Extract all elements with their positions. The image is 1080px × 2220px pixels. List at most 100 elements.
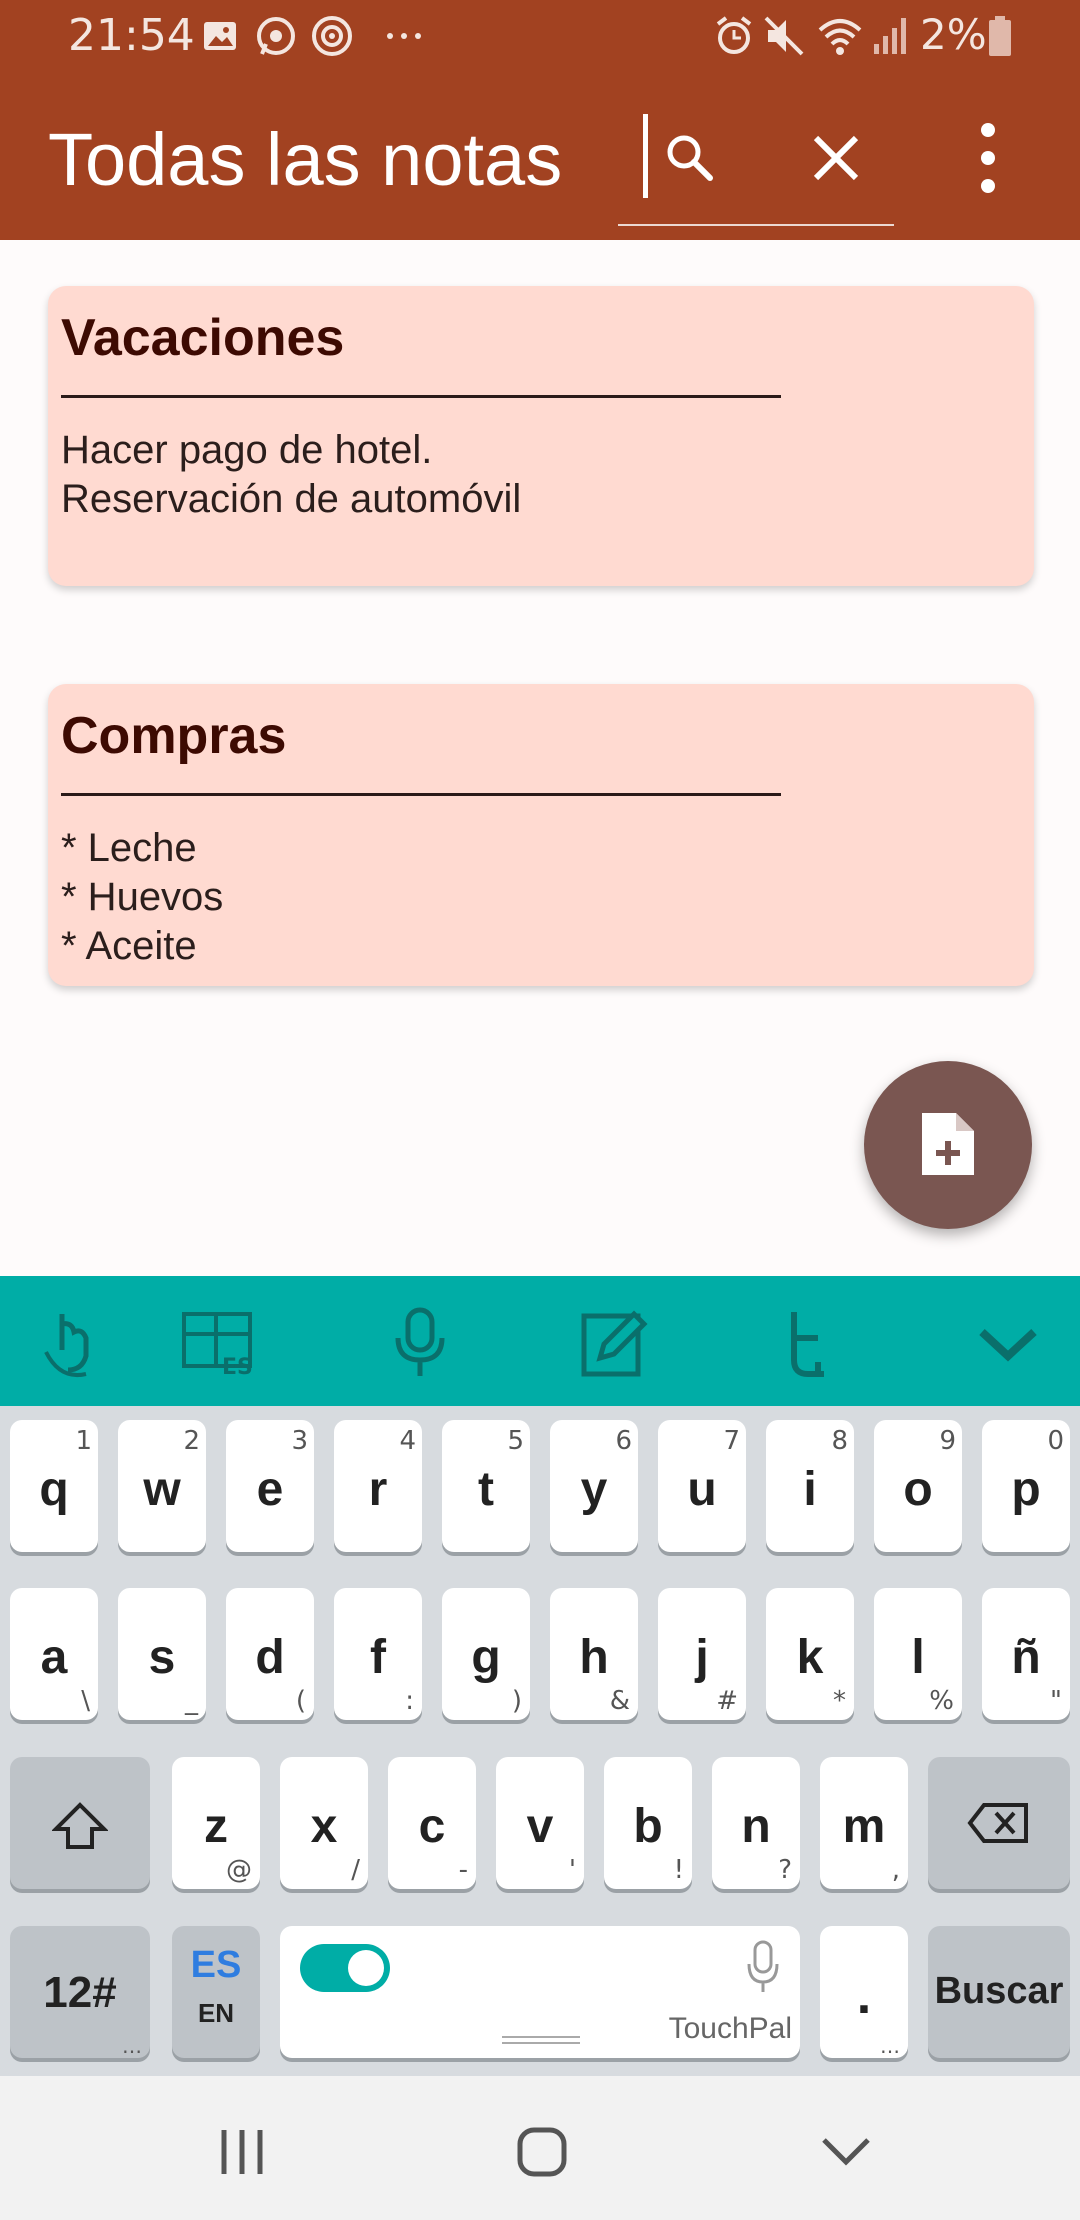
key-s[interactable]: s _ (118, 1588, 206, 1720)
key-label: y (580, 1463, 608, 1516)
key-hint: 3 (291, 1426, 308, 1456)
key-label: n (741, 1800, 771, 1853)
key-hint: : (405, 1686, 414, 1716)
wifi-icon (818, 19, 862, 55)
key-o[interactable]: o9 (874, 1420, 962, 1552)
more-dots-icon (387, 33, 421, 39)
key-label: h (579, 1631, 609, 1684)
overflow-menu-icon[interactable] (958, 118, 1018, 198)
voice-input-icon[interactable] (746, 1940, 780, 1994)
edit-note-icon[interactable] (574, 1304, 654, 1384)
image-icon (204, 22, 236, 50)
status-bar: 21:54 2% (0, 0, 1080, 72)
key-c[interactable]: c- (388, 1757, 476, 1889)
key-x[interactable]: x / (280, 1757, 368, 1889)
note-card[interactable]: Compras * Leche * Huevos * Aceite (48, 684, 1034, 986)
key-label: o (903, 1463, 933, 1516)
key-d[interactable]: d( (226, 1588, 314, 1720)
symbols-key[interactable]: 12# … (10, 1926, 150, 2058)
status-time: 21:54 (68, 10, 195, 61)
space-bar-label: TouchPal (668, 2012, 792, 2045)
key-l[interactable]: l% (874, 1588, 962, 1720)
prediction-toggle[interactable] (300, 1944, 390, 1992)
key-a[interactable]: a \ (10, 1588, 98, 1720)
mute-icon (764, 16, 804, 56)
note-title: Vacaciones (61, 309, 345, 367)
key-label: u (687, 1463, 717, 1516)
key-hint: % (929, 1686, 954, 1716)
note-divider (61, 793, 781, 796)
key-label: g (471, 1631, 501, 1684)
close-icon[interactable] (806, 128, 866, 188)
key-hint: 1 (75, 1426, 92, 1456)
key-u[interactable]: u7 (658, 1420, 746, 1552)
key-f[interactable]: f: (334, 1588, 422, 1720)
key-label: d (255, 1631, 285, 1684)
search-action-key[interactable]: Buscar (928, 1926, 1070, 2058)
svg-text:ES: ES (222, 1355, 253, 1380)
key-label: p (1011, 1463, 1041, 1516)
key-i[interactable]: i8 (766, 1420, 854, 1552)
keyboard: 12# … ES EN TouchPal . … Buscar q1w2e3r4… (0, 1406, 1080, 2076)
battery-percentage: 2% (920, 10, 987, 59)
note-card[interactable]: Vacaciones Hacer pago de hotel. Reservac… (48, 286, 1034, 586)
new-note-icon (922, 1113, 974, 1175)
recent-apps-icon[interactable] (212, 2122, 272, 2182)
key-w[interactable]: w2 (118, 1420, 206, 1552)
touchpal-gesture-icon[interactable] (32, 1304, 112, 1384)
emoji-twitter-icon[interactable] (766, 1304, 846, 1384)
layout-es-icon[interactable]: ES (180, 1304, 260, 1384)
microphone-icon[interactable] (380, 1304, 460, 1384)
note-divider (61, 395, 781, 398)
key-label: w (143, 1463, 181, 1516)
key-hint: 7 (723, 1426, 740, 1456)
key-y[interactable]: y6 (550, 1420, 638, 1552)
key-j[interactable]: j # (658, 1588, 746, 1720)
key-m[interactable]: m, (820, 1757, 908, 1889)
search-icon (667, 135, 713, 181)
key-hint: ) (511, 1686, 522, 1716)
shift-key[interactable] (10, 1757, 150, 1889)
key-e[interactable]: e3 (226, 1420, 314, 1552)
key-t[interactable]: t5 (442, 1420, 530, 1552)
key-hint: ! (673, 1855, 684, 1885)
collapse-chevron-icon[interactable] (968, 1304, 1048, 1384)
home-icon[interactable] (512, 2122, 572, 2182)
text-cursor (643, 114, 648, 198)
key-label: z (204, 1800, 228, 1853)
key-hint: ? (778, 1855, 792, 1885)
key-hint: # (716, 1686, 738, 1716)
key-label: r (368, 1463, 388, 1516)
key-hint: \ (81, 1686, 90, 1716)
backspace-key[interactable] (928, 1757, 1070, 1889)
key-label: b (633, 1800, 663, 1853)
key-label: a (40, 1631, 68, 1684)
key-hint: , (891, 1855, 900, 1885)
keyboard-toolbar: ES (0, 1276, 1080, 1406)
space-bar[interactable]: TouchPal (280, 1926, 800, 2058)
key-v[interactable]: v ' (496, 1757, 584, 1889)
key-ñ[interactable]: ñ " (982, 1588, 1070, 1720)
app-bar: Todas las notas (0, 72, 1080, 240)
key-hint: ' (568, 1855, 576, 1885)
key-hint: _ (185, 1686, 198, 1716)
key-label: t (478, 1463, 494, 1516)
key-hint: @ (226, 1855, 252, 1885)
key-q[interactable]: q1 (10, 1420, 98, 1552)
key-hint: 0 (1047, 1426, 1064, 1456)
note-body: * Leche * Huevos * Aceite (61, 826, 224, 968)
key-label: l (911, 1631, 925, 1684)
key-r[interactable]: r4 (334, 1420, 422, 1552)
period-key[interactable]: . … (820, 1926, 908, 2058)
key-p[interactable]: p0 (982, 1420, 1070, 1552)
key-h[interactable]: h & (550, 1588, 638, 1720)
add-note-button[interactable] (864, 1061, 1032, 1229)
key-g[interactable]: g) (442, 1588, 530, 1720)
key-z[interactable]: z @ (172, 1757, 260, 1889)
key-hint: 8 (831, 1426, 848, 1456)
back-icon[interactable] (816, 2122, 876, 2182)
key-k[interactable]: k * (766, 1588, 854, 1720)
language-switch-key[interactable]: ES EN (172, 1926, 260, 2058)
key-b[interactable]: b! (604, 1757, 692, 1889)
key-n[interactable]: n? (712, 1757, 800, 1889)
